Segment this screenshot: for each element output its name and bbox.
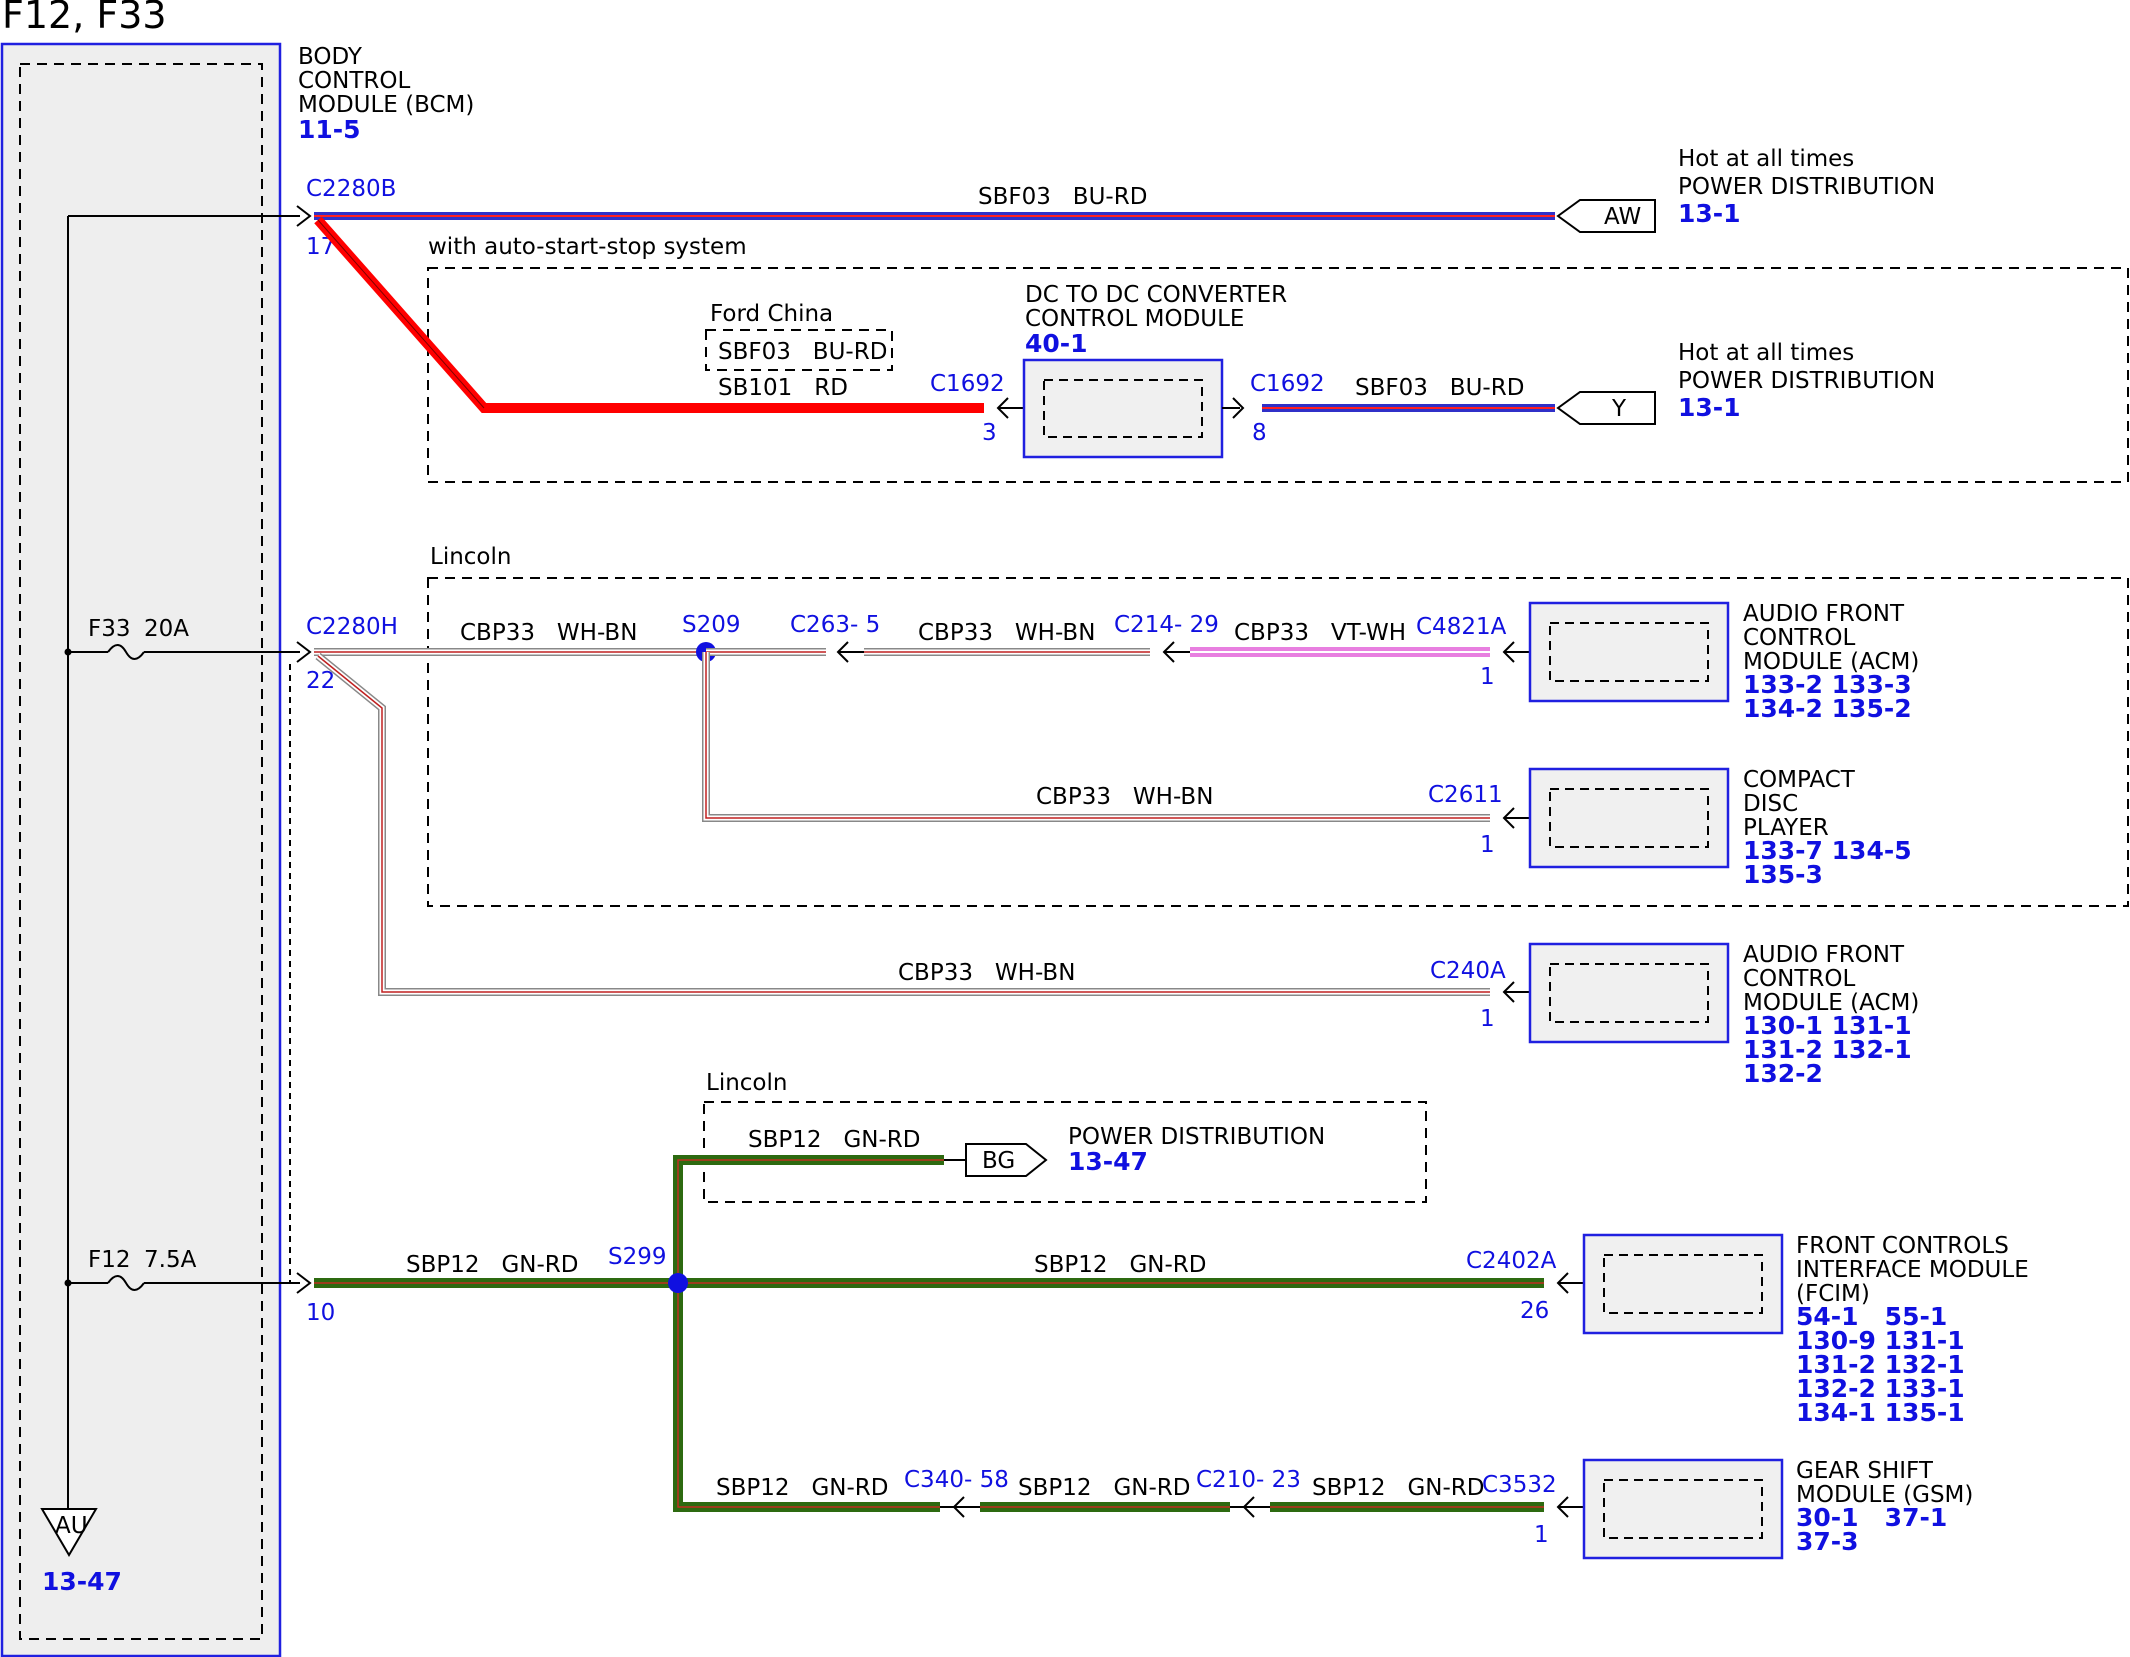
fuse-f33-rating: 20A	[144, 616, 189, 642]
splice-s299	[668, 1273, 688, 1293]
fcim-ref-5: 134-1 135-1	[1796, 1398, 1965, 1427]
fcim-label-2: INTERFACE MODULE	[1796, 1257, 2029, 1283]
ground-ref: 13-47	[42, 1567, 122, 1596]
acm1-label-2: CONTROL	[1743, 625, 1856, 651]
wire-cbp33-cd-label: CBP33 WH-BN	[1036, 784, 1213, 810]
fcim-module-box	[1582, 1233, 1784, 1335]
power-y-tag: Y	[1611, 396, 1627, 422]
c1692-in-pin: 3	[982, 420, 997, 446]
dcdc-ref: 40-1	[1025, 329, 1088, 358]
wire-sbp12-bg-label: SBP12 GN-RD	[748, 1127, 920, 1153]
c2402a-label: C2402A	[1466, 1248, 1557, 1274]
c1692-out-pin: 8	[1252, 420, 1267, 446]
wire-cbp33-acm2	[315, 652, 1490, 996]
acm2-label-2: CONTROL	[1743, 966, 1856, 992]
group-ford-china-label: Ford China	[710, 301, 833, 327]
c214-label: C214- 29	[1114, 612, 1219, 638]
c2280b-label: C2280B	[306, 176, 396, 202]
bcm-panel	[0, 42, 282, 1657]
power-y-line-2: POWER DISTRIBUTION	[1678, 368, 1935, 394]
group-auto-start-label: with auto-start-stop system	[428, 234, 747, 260]
c263-label: C263- 5	[790, 612, 880, 638]
power-y-tag-shape	[1556, 391, 1656, 425]
c340-label: C340- 58	[904, 1467, 1009, 1493]
wiring-diagram: F12, F33 BODY CONTROL MODULE (BCM) 11-5 …	[0, 0, 2129, 1657]
wire-cbp33-b-label: CBP33 WH-BN	[918, 620, 1095, 646]
power-aw-tag: AW	[1604, 204, 1641, 230]
wire-cbp33-acm2-label: CBP33 WH-BN	[898, 960, 1075, 986]
acm1-module-box	[1528, 601, 1730, 703]
power-y-line-1: Hot at all times	[1678, 340, 1854, 366]
c1692-in-label: C1692	[930, 371, 1005, 397]
acm1-ref-2: 134-2 135-2	[1743, 694, 1912, 723]
fuse-f12-rating: 7.5A	[144, 1247, 197, 1273]
dcdc-module-box	[1022, 358, 1224, 459]
wire-sbp12-g3-label: SBP12 GN-RD	[1312, 1475, 1484, 1501]
dcdc-label-1: DC TO DC CONVERTER	[1025, 282, 1287, 308]
c210-label: C210- 23	[1196, 1467, 1301, 1493]
acm2-label-1: AUDIO FRONT	[1743, 942, 1905, 968]
bcm-ref: 11-5	[298, 115, 361, 144]
wire-sbp12-fcim-label: SBP12 GN-RD	[1034, 1252, 1206, 1278]
acm1-label-1: AUDIO FRONT	[1743, 601, 1905, 627]
c4821a-label: C4821A	[1416, 614, 1507, 640]
c2611-pin: 1	[1480, 832, 1495, 858]
gsm-module-box	[1582, 1458, 1784, 1560]
wire-sbf03-top-label: SBF03 BU-RD	[978, 184, 1147, 210]
power-aw-line-1: Hot at all times	[1678, 146, 1854, 172]
cd-label-1: COMPACT	[1743, 767, 1856, 793]
wire-cbp33-vt-label: CBP33 VT-WH	[1234, 620, 1406, 646]
wire-sbf03-dc-label: SBF03 BU-RD	[1355, 375, 1524, 401]
power-aw-ref: 13-1	[1678, 199, 1741, 228]
s299-label: S299	[608, 1244, 667, 1270]
ford-china-wire-label: SBF03 BU-RD	[718, 339, 887, 365]
wire-sbp12-main-label: SBP12 GN-RD	[406, 1252, 578, 1278]
acm2-ref-3: 132-2	[1743, 1059, 1823, 1088]
c2402a-pin: 26	[1520, 1298, 1549, 1324]
wire-sbp12-network	[314, 1155, 1544, 1512]
wire-cbp33-a-label: CBP33 WH-BN	[460, 620, 637, 646]
power-bg-tag: BG	[982, 1148, 1015, 1174]
cd-ref-2: 135-3	[1743, 860, 1823, 889]
fuse-f12-name: F12	[88, 1247, 131, 1273]
diagram-title: F12, F33	[2, 0, 167, 37]
gsm-label-1: GEAR SHIFT	[1796, 1458, 1934, 1484]
wire-sbp12-g1-label: SBP12 GN-RD	[716, 1475, 888, 1501]
group-lincoln-2-label: Lincoln	[706, 1070, 787, 1096]
c240a-pin: 1	[1480, 1006, 1495, 1032]
ground-label: AU	[55, 1513, 88, 1539]
wire-sb101-label: SB101 RD	[718, 375, 848, 401]
group-lincoln-1-label: Lincoln	[430, 544, 511, 570]
fuse-f33-name: F33	[88, 616, 131, 642]
s209-label: S209	[682, 612, 741, 638]
wire-sbp12-g2-label: SBP12 GN-RD	[1018, 1475, 1190, 1501]
power-aw-line-2: POWER DISTRIBUTION	[1678, 174, 1935, 200]
bcm-label-2: CONTROL	[298, 68, 411, 94]
c2611-label: C2611	[1428, 782, 1503, 808]
c1692-out-label: C1692	[1250, 371, 1325, 397]
c2280h-pin: 22	[306, 668, 335, 694]
bcm-pin-arrows	[296, 205, 312, 1294]
c240a-label: C240A	[1430, 958, 1506, 984]
c2280h-label: C2280H	[306, 614, 398, 640]
c3532-label: C3532	[1482, 1472, 1557, 1498]
acm2-module-box	[1528, 942, 1730, 1044]
cd-module-box	[1528, 767, 1730, 869]
gsm-ref-2: 37-3	[1796, 1527, 1859, 1556]
fcim-label-1: FRONT CONTROLS	[1796, 1233, 2009, 1259]
power-bg-ref: 13-47	[1068, 1147, 1148, 1176]
cd-label-2: DISC	[1743, 791, 1798, 817]
c4821a-pin: 1	[1480, 664, 1495, 690]
c3532-pin: 1	[1534, 1522, 1549, 1548]
bcm-label-1: BODY	[298, 44, 363, 70]
bcm-pin-10: 10	[306, 1300, 335, 1326]
power-y-ref: 13-1	[1678, 393, 1741, 422]
